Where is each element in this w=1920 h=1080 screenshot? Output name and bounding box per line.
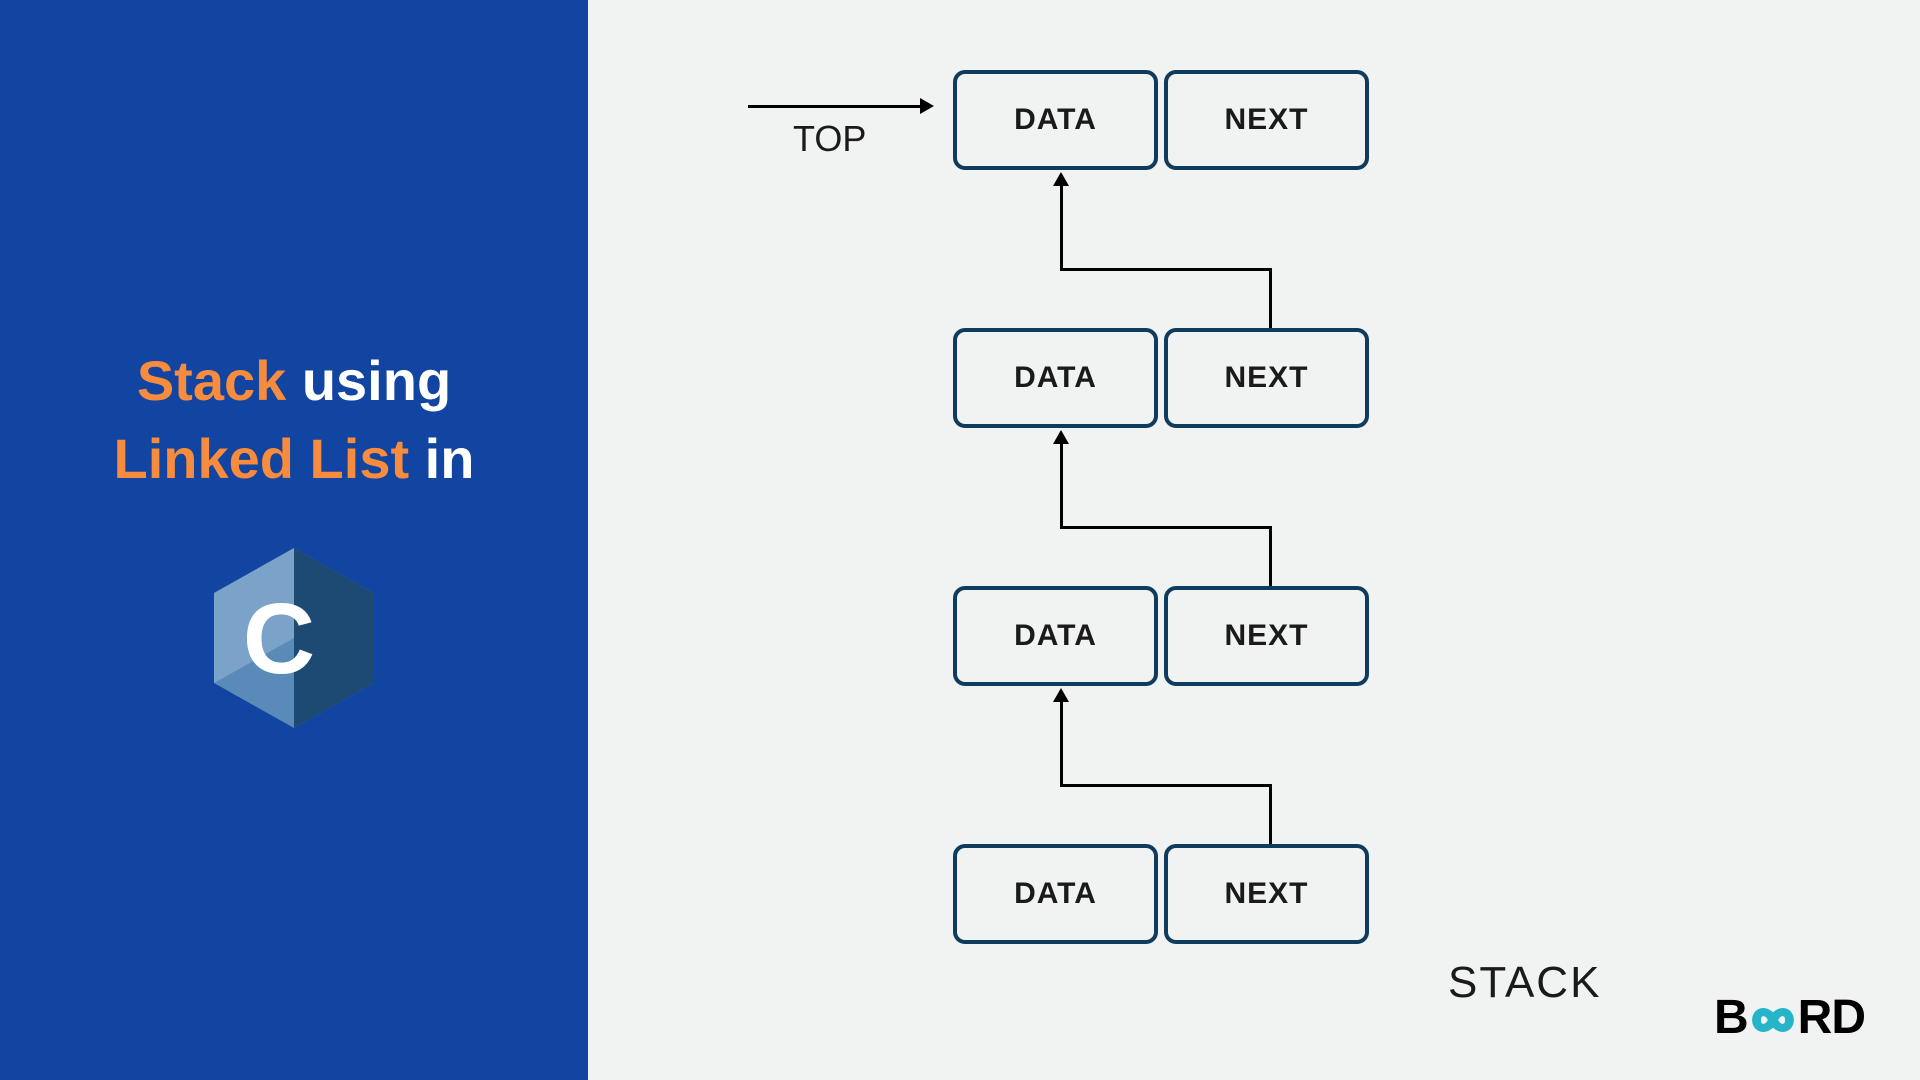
link-arrow-head-icon (1053, 430, 1069, 444)
linked-list-node: DATA NEXT (953, 328, 1369, 428)
link-arrow-line (1269, 268, 1272, 330)
node-data-box: DATA (953, 328, 1158, 428)
linked-list-node: DATA NEXT (953, 844, 1369, 944)
brand-infinity-icon (1741, 990, 1805, 1045)
linked-list-node: DATA NEXT (953, 70, 1369, 170)
node-next-box: NEXT (1164, 586, 1369, 686)
diagram-panel: TOP DATA NEXT DATA NEXT DATA NEXT (588, 0, 1920, 1080)
stack-structure-label: STACK (1448, 958, 1601, 1008)
brand-rd: RD (1798, 991, 1865, 1044)
link-arrow-line (1060, 784, 1272, 787)
top-pointer-label: TOP (793, 118, 866, 160)
cpp-logo-icon: C ++ (194, 538, 394, 738)
brand-logo: B RD (1714, 990, 1865, 1045)
top-arrow-head-icon (920, 98, 934, 114)
node-next-box: NEXT (1164, 328, 1369, 428)
link-arrow-head-icon (1053, 172, 1069, 186)
linked-list-node: DATA NEXT (953, 586, 1369, 686)
link-arrow-line (1060, 441, 1063, 529)
node-data-box: DATA (953, 844, 1158, 944)
node-data-box: DATA (953, 586, 1158, 686)
title-word-using: using (286, 349, 451, 412)
svg-text:C: C (243, 583, 315, 695)
link-arrow-line (1060, 526, 1272, 529)
node-next-box: NEXT (1164, 70, 1369, 170)
link-arrow-line (1060, 183, 1063, 271)
node-data-box: DATA (953, 70, 1158, 170)
main-title: Stack using Linked List in (114, 342, 475, 499)
diagram-container: TOP DATA NEXT DATA NEXT DATA NEXT (688, 70, 1788, 970)
left-title-panel: Stack using Linked List in C ++ (0, 0, 588, 1080)
title-word-stack: Stack (137, 349, 286, 412)
link-arrow-line (1060, 699, 1063, 787)
link-arrow-head-icon (1053, 688, 1069, 702)
title-word-in: in (409, 427, 474, 490)
link-arrow-line (1060, 268, 1272, 271)
link-arrow-line (1269, 784, 1272, 846)
cpp-plus-plus: ++ (331, 622, 366, 655)
title-word-linkedlist: Linked List (114, 427, 410, 490)
link-arrow-line (1269, 526, 1272, 588)
node-next-box: NEXT (1164, 844, 1369, 944)
top-arrow-line (748, 105, 923, 108)
